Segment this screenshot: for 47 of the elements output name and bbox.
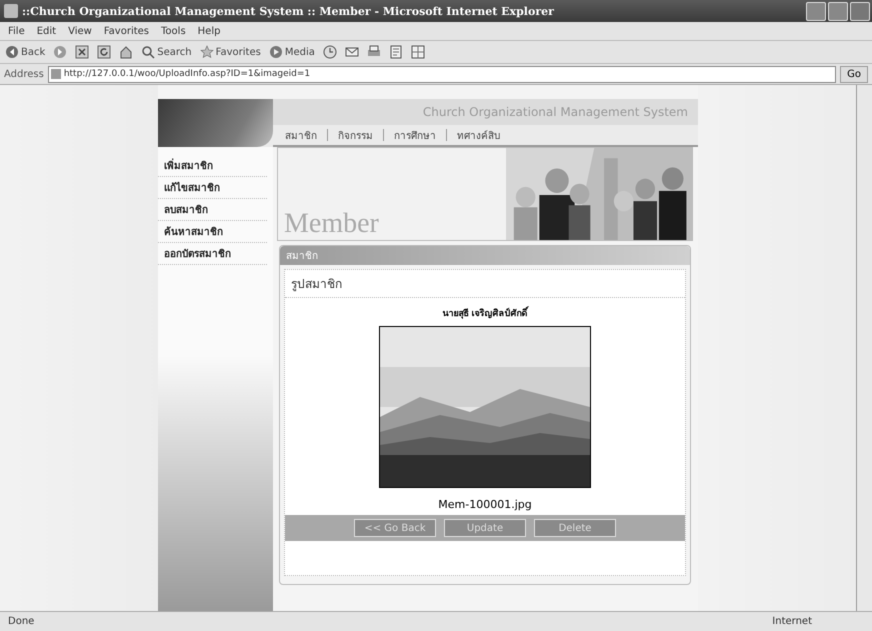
menu-item[interactable]: Tools [157, 26, 190, 36]
search-icon [141, 45, 156, 59]
panel-header: สมาชิก [280, 246, 690, 265]
member-name: นายสุธี เจริญศิลป์ศักดิ์ [442, 306, 528, 320]
star-icon [200, 45, 214, 59]
media-icon [268, 45, 283, 59]
section-title: รูปสมาชิก [285, 270, 685, 298]
nav-link[interactable]: สมาชิก [285, 128, 317, 142]
menu-item[interactable]: View [64, 26, 96, 36]
scrollbar[interactable] [856, 85, 872, 611]
search-button[interactable]: Search [138, 42, 195, 62]
sidebar-item[interactable]: เพิ่มสมาชิก [158, 155, 267, 177]
minimize-button[interactable] [806, 2, 826, 20]
menu-item[interactable]: Favorites [100, 26, 154, 36]
clock-icon [322, 45, 337, 59]
menu-item[interactable]: Help [194, 26, 224, 36]
menu-item[interactable]: File [4, 26, 29, 36]
site-title: Church Organizational Management System [273, 99, 698, 125]
envelope-icon [344, 45, 359, 59]
menu-item[interactable]: Edit [32, 26, 60, 36]
sidebar-item[interactable]: ค้นหาสมาชิก [158, 221, 267, 243]
banner-title: Member [284, 208, 379, 240]
nav-link[interactable]: ทศางค์สิบ [457, 128, 500, 142]
file-name: Mem-100001.jpg [438, 498, 532, 511]
back-button[interactable]: Back [2, 42, 48, 62]
zone-label: Internet [772, 616, 812, 627]
document-icon [388, 45, 403, 59]
grid-icon [410, 45, 425, 59]
sidebar-item[interactable]: แก้ไขสมาชิก [158, 177, 267, 199]
address-label: Address [4, 68, 44, 80]
status-text: Done [8, 616, 34, 627]
sidebar-item[interactable]: ออกบัตรสมาชิก [158, 243, 267, 265]
stop-icon [75, 45, 90, 59]
close-button[interactable] [850, 2, 870, 20]
window-title: ::Church Organizational Management System :: Member - Microsoft Internet Explorer [22, 4, 555, 18]
nav-link[interactable]: การศึกษา [394, 128, 436, 142]
address-field[interactable]: http://127.0.0.1/woo/UploadInfo.asp?ID=1&imageid=1 [48, 66, 836, 82]
browser-icon [4, 4, 18, 18]
go-button[interactable]: Go [840, 66, 868, 82]
maximize-button[interactable] [828, 2, 848, 20]
refresh-icon [97, 45, 112, 59]
home-icon [119, 45, 134, 59]
sidebar-item[interactable]: ลบสมาชิก [158, 199, 267, 221]
nav-link[interactable]: กิจกรรม [338, 128, 373, 142]
media-button[interactable]: Media [266, 42, 318, 62]
printer-icon [366, 45, 381, 59]
favorites-button[interactable]: Favorites [196, 42, 264, 62]
